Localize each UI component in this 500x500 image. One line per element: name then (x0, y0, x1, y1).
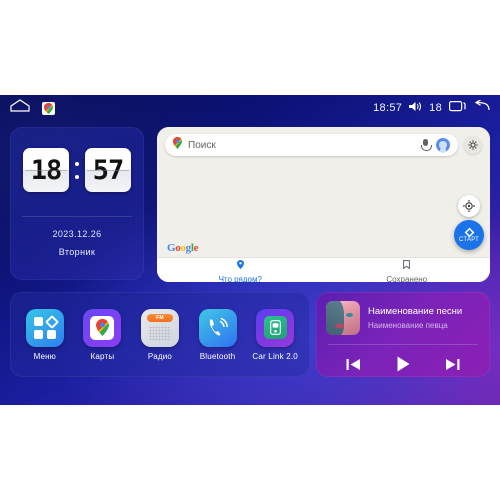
status-bar: 18:57 18 (0, 95, 500, 121)
volume-level: 18 (429, 102, 442, 114)
tab-saved[interactable]: Сохранено (324, 256, 491, 282)
track-title: Наименование песни (368, 306, 463, 317)
status-bar-time: 18:57 (373, 102, 403, 114)
start-label: СТАРТ (459, 237, 479, 243)
app-dock: Меню Карты FM Радио Bluetooth Car Link 2… (10, 292, 310, 377)
play-button[interactable] (393, 354, 413, 374)
locate-me-icon[interactable] (458, 195, 480, 217)
clock-colon (73, 161, 81, 179)
back-icon[interactable] (473, 99, 490, 117)
clock-divider (22, 216, 132, 217)
app-car-link-label: Car Link 2.0 (252, 351, 298, 361)
fm-badge: FM (146, 313, 173, 322)
google-maps-icon (83, 308, 122, 347)
status-bar-left (10, 99, 55, 117)
car-head-unit-home-screen: 18:57 18 18 57 2023.12.26 Вторник Поиск … (0, 95, 500, 405)
car-link-phone-icon (256, 308, 295, 347)
clock-minutes-tile: 57 (85, 148, 131, 192)
app-bluetooth[interactable]: Bluetooth (191, 308, 245, 361)
app-radio-label: Радио (147, 351, 173, 361)
app-maps-label: Карты (90, 351, 115, 361)
map-search-row: Поиск (165, 134, 482, 156)
speaker-grille-icon (148, 325, 171, 341)
tab-saved-label: Сохранено (386, 275, 428, 282)
app-radio[interactable]: FM Радио (133, 308, 187, 361)
pin-icon (236, 256, 244, 274)
microphone-icon[interactable] (421, 139, 432, 151)
album-art (326, 301, 360, 335)
previous-track-button[interactable] (345, 356, 362, 373)
media-controls (316, 345, 490, 374)
fm-badge-label: FM (156, 314, 164, 321)
media-text: Наименование песни Наименование певца (368, 306, 462, 330)
tab-nearby-label: Что рядом? (218, 275, 262, 282)
radio-icon: FM (140, 308, 179, 347)
clock-weekday: Вторник (58, 247, 96, 257)
search-input[interactable]: Поиск (188, 140, 415, 151)
search-bar[interactable]: Поиск (165, 134, 458, 156)
media-header: Наименование песни Наименование певца (316, 292, 490, 335)
flip-clock: 18 57 (10, 127, 144, 192)
app-menu-label: Меню (33, 351, 56, 361)
start-navigation-button[interactable]: СТАРТ (454, 220, 484, 250)
clock-minutes: 57 (92, 154, 125, 186)
clock-widget[interactable]: 18 57 2023.12.26 Вторник (10, 127, 144, 280)
clock-hours-tile: 18 (23, 148, 69, 192)
app-menu[interactable]: Меню (18, 308, 72, 361)
status-bar-right: 18:57 18 (373, 99, 490, 117)
skip-next-icon (445, 358, 460, 370)
gear-icon[interactable] (464, 136, 482, 154)
home-icon[interactable] (10, 99, 30, 117)
skip-previous-icon (346, 358, 361, 370)
app-car-link[interactable]: Car Link 2.0 (248, 308, 302, 361)
next-track-button[interactable] (444, 356, 461, 373)
maps-widget[interactable]: Поиск Google СТАРТ Что рядом? Сохранено (157, 127, 490, 282)
clock-hours: 18 (30, 154, 63, 186)
app-bluetooth-label: Bluetooth (199, 351, 236, 361)
bluetooth-phone-icon (198, 308, 237, 347)
tab-nearby[interactable]: Что рядом? (157, 256, 324, 282)
track-artist: Наименование певца (368, 321, 448, 330)
recents-icon[interactable] (449, 99, 466, 117)
app-maps[interactable]: Карты (75, 308, 129, 361)
clock-date: 2023.12.26 (52, 229, 102, 239)
play-icon (397, 356, 410, 372)
volume-icon[interactable] (409, 99, 422, 117)
apps-grid-icon (25, 308, 64, 347)
account-avatar-icon[interactable] (436, 138, 450, 152)
media-player-widget[interactable]: Наименование песни Наименование певца (316, 292, 490, 377)
bookmark-icon (403, 256, 411, 274)
google-logo: Google (167, 242, 199, 254)
map-bottom-tabs: Что рядом? Сохранено (157, 257, 490, 282)
map-pin-icon (173, 136, 182, 154)
google-maps-icon[interactable] (42, 101, 55, 115)
